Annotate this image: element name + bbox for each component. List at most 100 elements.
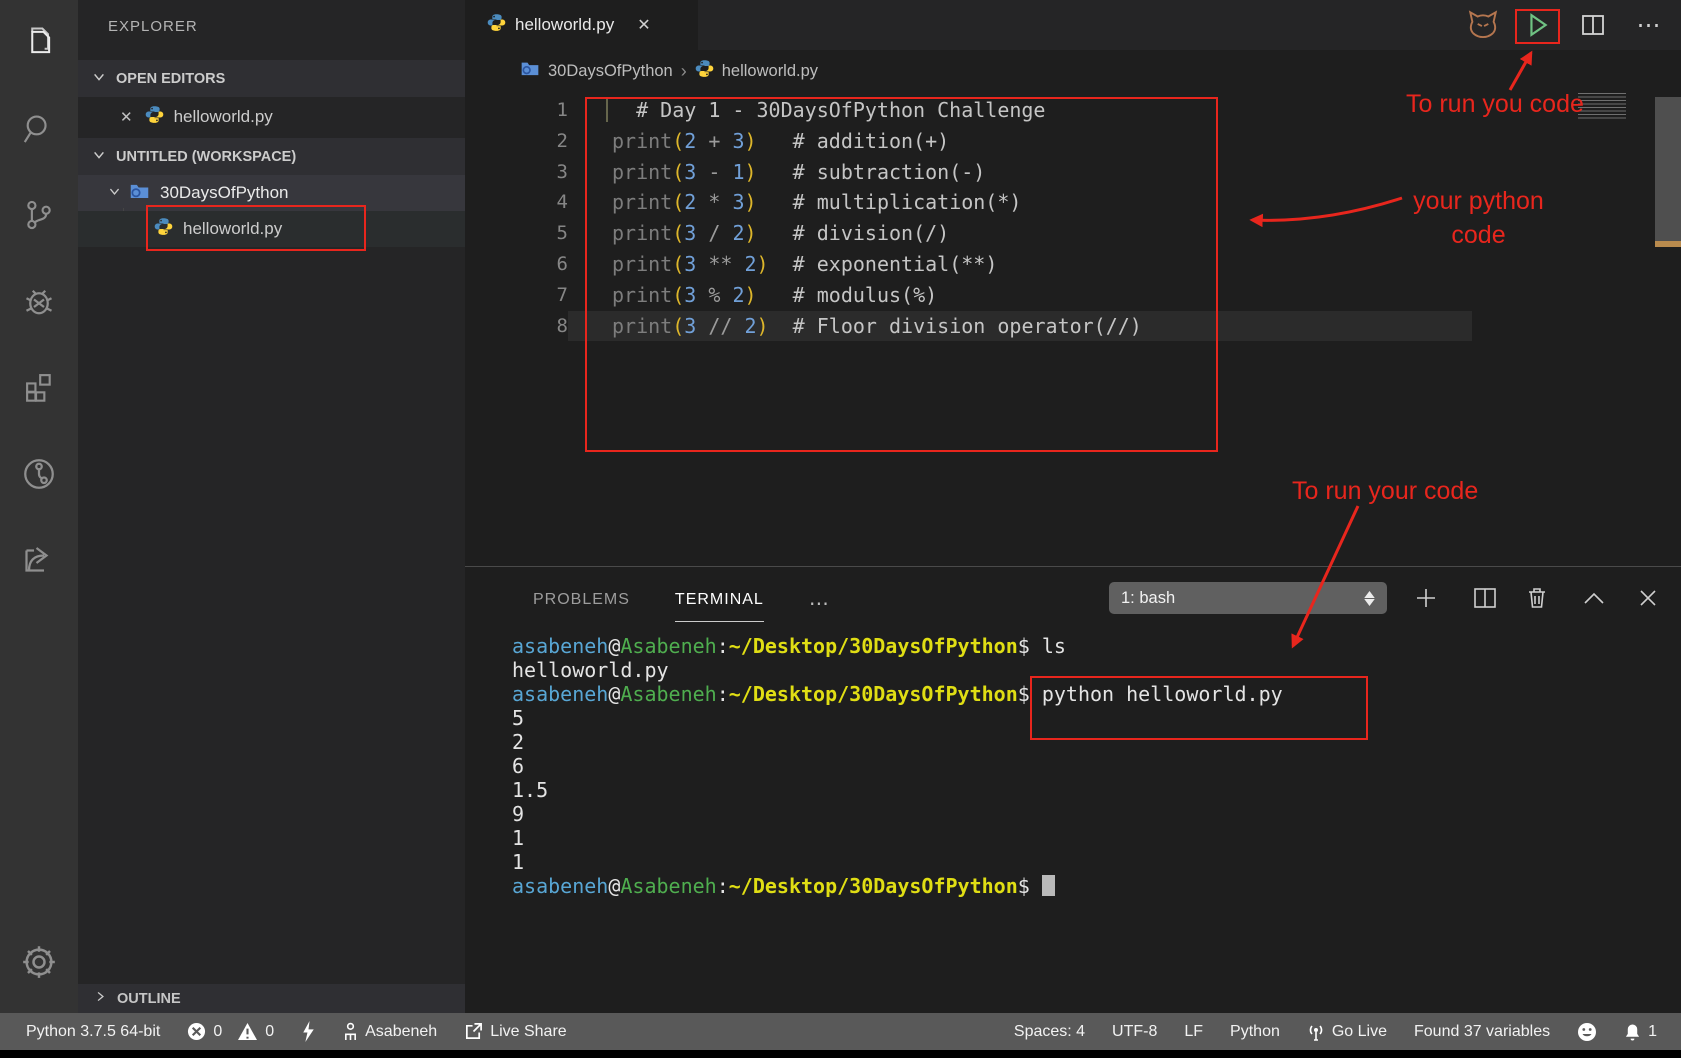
code-text: print(3 ** 2) # exponential(**) [612,249,997,280]
minimap[interactable] [1578,93,1626,120]
code-line[interactable]: 6 print(3 ** 2) # exponential(**) [465,249,1681,280]
line-number: 1 [465,95,568,126]
code-text: print(3 // 2) # Floor division operator(… [612,311,1142,342]
terminal-shell-select[interactable]: 1: bash [1109,582,1387,614]
cat-icon[interactable] [1465,0,1501,50]
workspace-header[interactable]: UNTITLED (WORKSPACE) [78,138,465,175]
maximize-panel-icon[interactable] [1577,582,1611,614]
explorer-icon[interactable] [0,24,78,60]
line-number: 2 [465,126,568,157]
open-editor-label: helloworld.py [174,107,273,127]
split-terminal-icon[interactable] [1468,582,1502,614]
annotation-your-python-code: your python code [1396,184,1561,252]
tab-problems[interactable]: PROBLEMS [533,591,630,622]
editor-group: helloworld.py ✕ ⋯ 30DaysOfPython › [465,0,1681,1013]
python-file-icon [487,13,506,37]
problems-status[interactable]: 0 0 [187,1022,274,1041]
encoding-status[interactable]: UTF-8 [1112,1023,1157,1041]
select-spinner-icon [1364,591,1375,606]
terminal-line: asabeneh@Asabeneh:~/Desktop/30DaysOfPyth… [512,874,1283,898]
outline-header[interactable]: OUTLINE [78,984,465,1013]
line-number: 3 [465,157,568,188]
kill-terminal-trash-icon[interactable] [1520,582,1554,614]
workspace-folder-icon [129,182,150,205]
error-icon [187,1022,206,1041]
live-share-status[interactable]: Live Share [464,1022,567,1041]
close-icon[interactable]: ✕ [120,108,133,126]
vscode-window: EXPLORER OPEN EDITORS ✕ helloworld.py UN… [0,0,1681,1058]
breadcrumb-file[interactable]: helloworld.py [722,62,818,81]
python-version[interactable]: Python 3.7.5 64-bit [26,1023,160,1041]
code-text: # Day 1 - 30DaysOfPython Challenge [612,95,1045,126]
tab-terminal[interactable]: TERMINAL [675,591,764,622]
terminal-command-highlight-box [1030,676,1368,740]
code-line[interactable]: 8print(3 // 2) # Floor division operator… [465,311,1681,342]
breadcrumb-folder[interactable]: 30DaysOfPython [548,62,673,81]
notifications-status[interactable]: 1 [1624,1022,1657,1042]
activity-bar [0,0,78,1013]
live-share-icon[interactable] [0,454,78,494]
terminal-line: asabeneh@Asabeneh:~/Desktop/30DaysOfPyth… [512,682,1283,706]
code-editor[interactable]: 1 # Day 1 - 30DaysOfPython Challenge 2 pri… [465,92,1681,566]
user-status[interactable]: Asabeneh [343,1022,437,1041]
open-editors-header[interactable]: OPEN EDITORS [78,60,465,97]
panel-more-icon[interactable]: ⋯ [809,591,831,622]
code-text: print(2 * 3) # multiplication(*) [612,187,1021,218]
python-file-icon [145,105,164,129]
indentation-status[interactable]: Spaces: 4 [1014,1023,1085,1041]
code-text: print(3 / 2) # division(/) [612,218,949,249]
code-line[interactable]: 2 print(2 + 3) # addition(+) [465,126,1681,157]
editor-scrollbar[interactable] [1655,97,1681,243]
code-text: print(3 % 2) # modulus(%) [612,280,937,311]
chevron-down-icon [92,148,106,166]
close-panel-icon[interactable] [1631,582,1665,614]
line-number: 5 [465,218,568,249]
share-feedback-icon[interactable] [0,538,78,578]
more-actions-icon[interactable]: ⋯ [1631,0,1667,50]
code-line[interactable]: 7 print(3 % 2) # modulus(%) [465,280,1681,311]
new-terminal-icon[interactable] [1409,582,1443,614]
settings-gear-icon[interactable] [0,940,78,984]
terminal-line: asabeneh@Asabeneh:~/Desktop/30DaysOfPyth… [512,634,1283,658]
run-button[interactable] [1522,0,1554,50]
terminal[interactable]: asabeneh@Asabeneh:~/Desktop/30DaysOfPyth… [512,634,1283,898]
tab-label: helloworld.py [515,15,614,35]
chevron-right-icon [94,990,107,1007]
python-file-icon [695,59,714,83]
file-tree-item[interactable]: helloworld.py [78,211,465,247]
explorer-sidebar: EXPLORER OPEN EDITORS ✕ helloworld.py UN… [78,0,465,1013]
bell-icon [1624,1022,1641,1042]
split-editor-icon[interactable] [1577,0,1609,50]
lightning-icon[interactable] [301,1021,316,1042]
terminal-cursor [1042,875,1055,896]
person-icon [343,1022,358,1041]
tab-helloworld[interactable]: helloworld.py ✕ [465,0,698,50]
folder-tree-item[interactable]: 30DaysOfPython [78,175,465,211]
panel: PROBLEMS TERMINAL ⋯ 1: bash [465,566,1681,1013]
terminal-line: 9 [512,802,1283,826]
feedback-smiley-icon[interactable] [1577,1022,1597,1042]
open-editor-item[interactable]: ✕ helloworld.py [78,99,465,135]
language-status[interactable]: Python [1230,1023,1280,1041]
variables-status[interactable]: Found 37 variables [1414,1023,1550,1041]
extensions-icon[interactable] [0,368,78,406]
go-live-status[interactable]: Go Live [1307,1022,1387,1042]
annotation-run-bottom: To run your code [1292,477,1478,506]
close-icon[interactable]: ✕ [637,15,650,35]
line-number: 7 [465,280,568,311]
debug-icon[interactable] [0,282,78,322]
share-icon [464,1022,483,1041]
code-text: print(2 + 3) # addition(+) [612,126,949,157]
eol-status[interactable]: LF [1184,1023,1203,1041]
code-line[interactable]: 3 print(3 - 1) # subtraction(-) [465,157,1681,188]
breadcrumb[interactable]: 30DaysOfPython › helloworld.py [465,50,1681,92]
search-icon[interactable] [0,110,78,148]
line-number: 6 [465,249,568,280]
terminal-line: 1 [512,826,1283,850]
source-control-icon[interactable] [0,196,78,234]
annotation-run-top: To run you code [1406,90,1584,119]
chevron-down-icon [108,183,121,203]
broadcast-icon [1307,1022,1325,1042]
code-text: print(3 - 1) # subtraction(-) [612,157,985,188]
panel-tabs: PROBLEMS TERMINAL ⋯ [533,591,831,622]
